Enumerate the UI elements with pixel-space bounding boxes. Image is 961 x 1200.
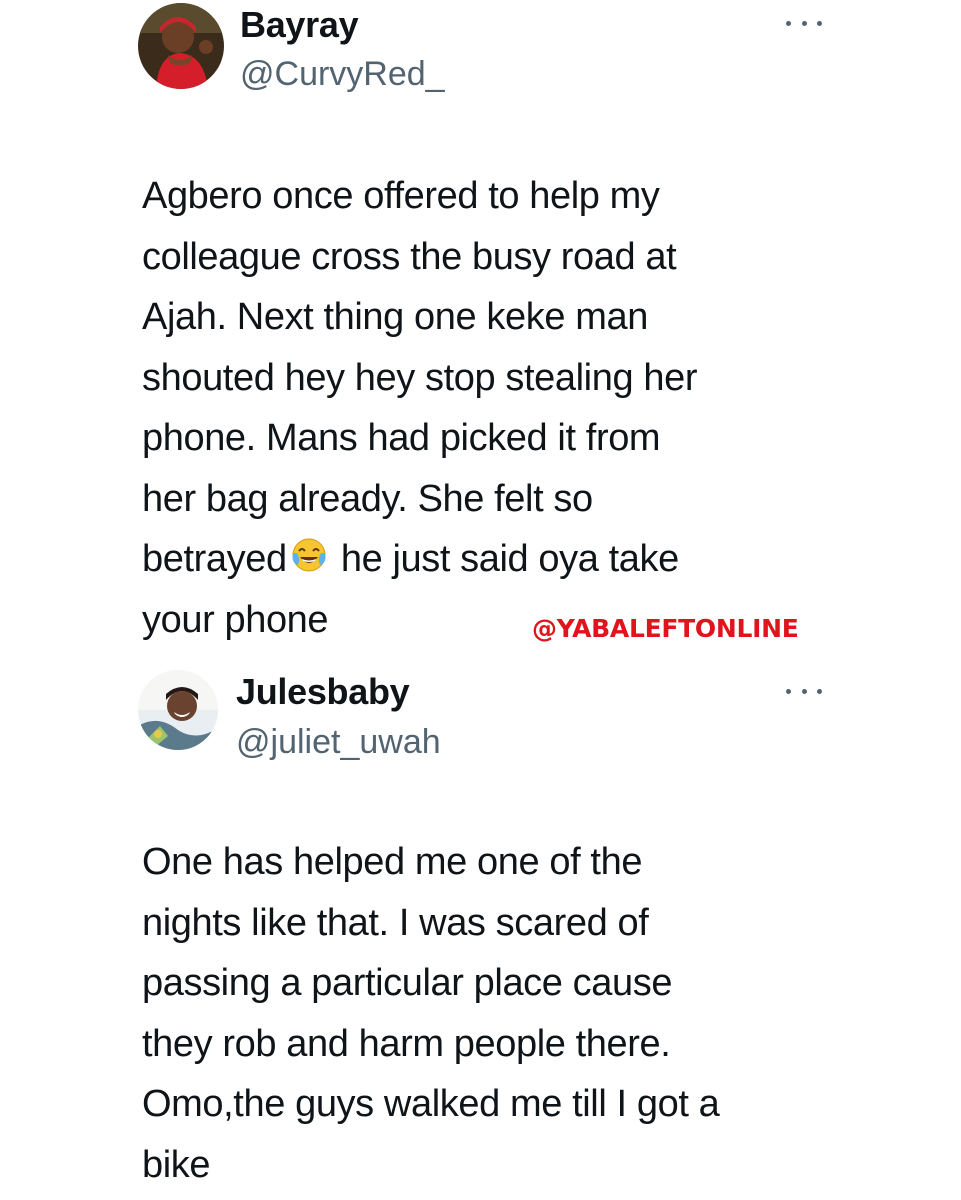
watermark: @YABALEFTONLINE: [532, 614, 799, 643]
tweet-card-1[interactable]: Bayray @CurvyRed_ Agbero once offered to…: [0, 0, 961, 660]
avatar[interactable]: [138, 3, 224, 89]
avatar[interactable]: [138, 670, 218, 750]
user-handle[interactable]: @juliet_uwah: [236, 723, 441, 761]
more-options-button[interactable]: [786, 681, 822, 701]
avatar-photo: [138, 3, 224, 89]
display-name[interactable]: Bayray: [240, 5, 359, 45]
more-options-button[interactable]: [786, 13, 822, 33]
tweet-text: Agbero once offered to help my colleague…: [142, 166, 882, 650]
more-horizontal-icon: [786, 688, 791, 694]
face-with-tears-of-joy-icon: [292, 538, 326, 572]
tweet-card-2[interactable]: Julesbaby @juliet_uwah One has helped me…: [0, 660, 961, 1200]
user-handle[interactable]: @CurvyRed_: [240, 55, 445, 93]
tweet-text: One has helped me one of the nights like…: [142, 841, 720, 1186]
tweet-text-part-1: Agbero once offered to help my colleague…: [142, 175, 698, 580]
avatar-photo: [138, 670, 218, 750]
display-name[interactable]: Julesbaby: [236, 672, 410, 712]
more-horizontal-icon: [786, 20, 791, 26]
